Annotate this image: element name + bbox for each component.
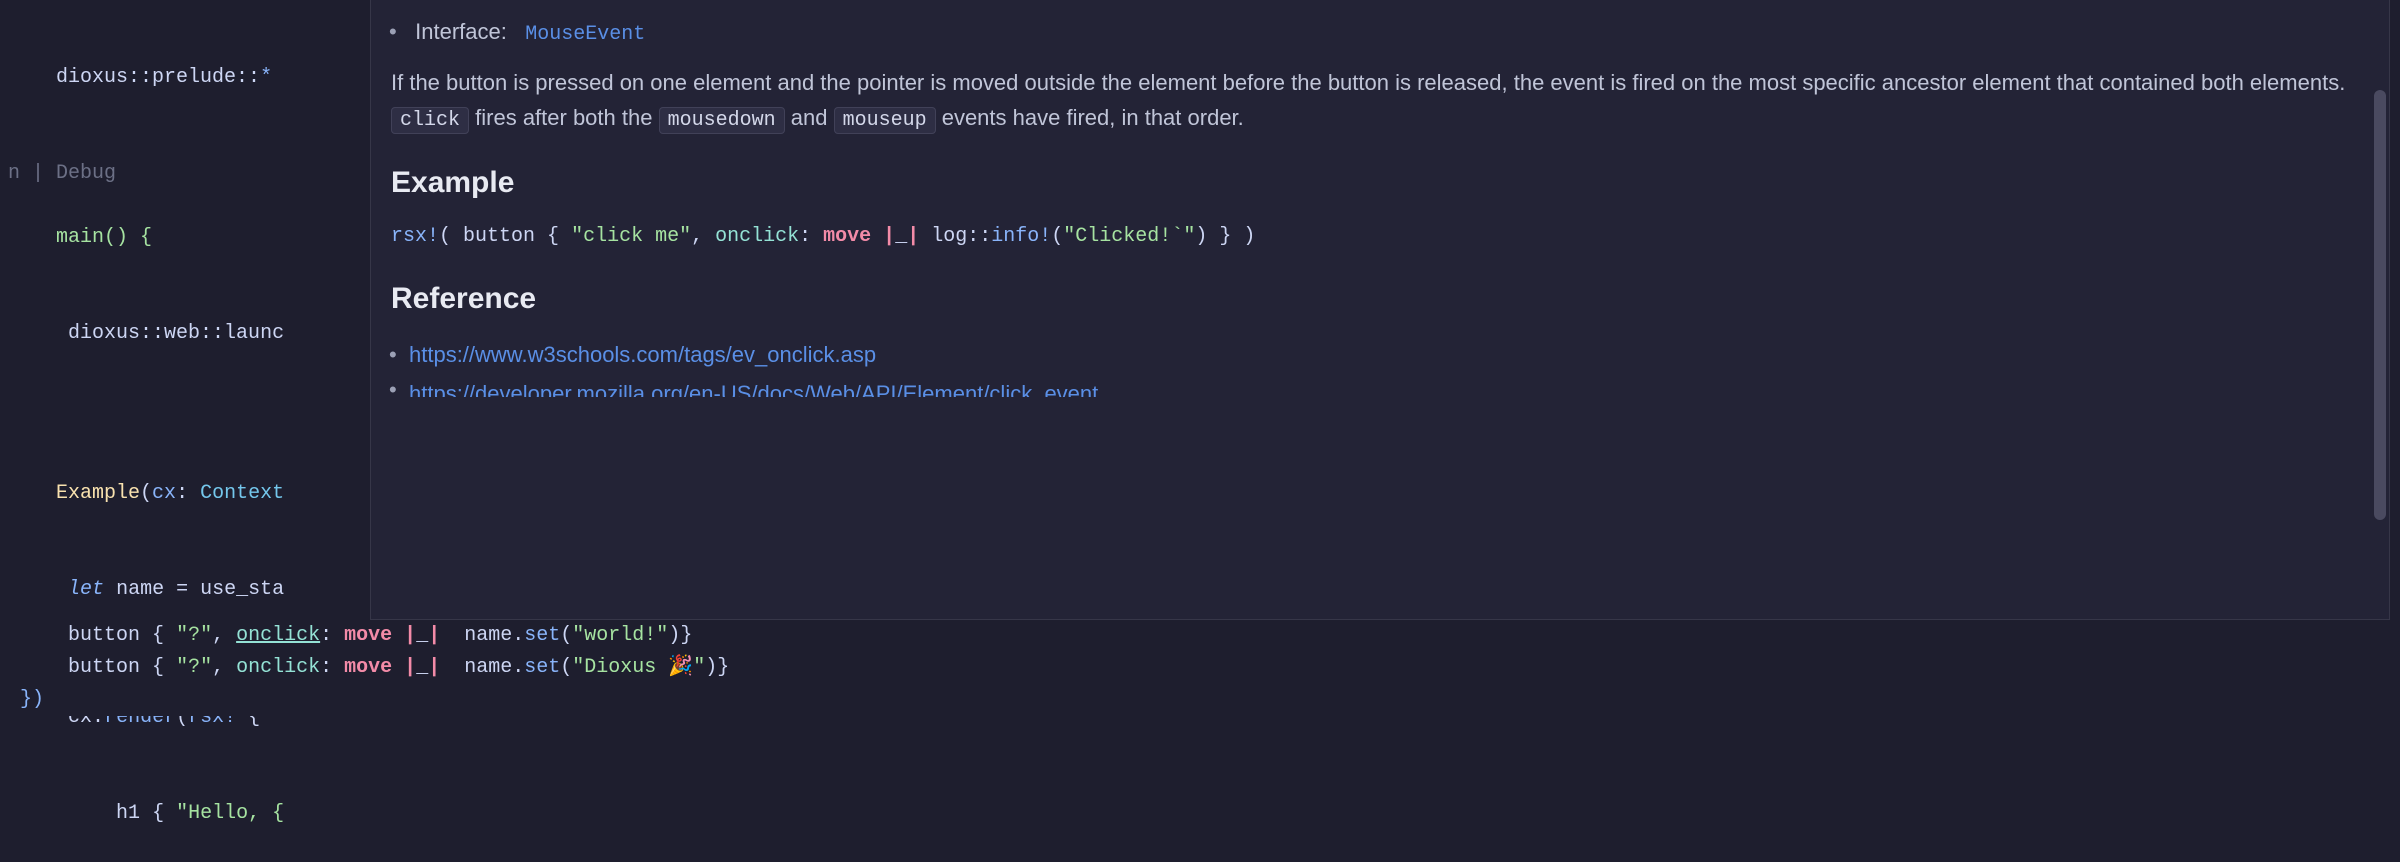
blank bbox=[0, 126, 350, 158]
reference-link-mdn[interactable]: https://developer.mozilla.org/en-US/docs… bbox=[409, 383, 1098, 397]
inline-code-mouseup: mouseup bbox=[834, 107, 936, 134]
code-line-use: dioxus::prelude::* bbox=[0, 30, 350, 126]
code-editor-lower[interactable]: button { "?", onclick: move |_| name.set… bbox=[0, 620, 2400, 716]
blank bbox=[0, 382, 350, 414]
tooltip-scrollbar[interactable] bbox=[2371, 0, 2389, 620]
onclick-hover-target[interactable]: onclick bbox=[236, 624, 320, 647]
scrollbar-thumb[interactable] bbox=[2374, 90, 2386, 520]
inline-code-click: click bbox=[391, 107, 469, 134]
reference-list: https://www.w3schools.com/tags/ev_onclic… bbox=[391, 337, 2369, 407]
interface-label: Interface: bbox=[415, 19, 507, 44]
code-line-button-1: button { "?", onclick: move |_| name.set… bbox=[0, 620, 2400, 652]
code-line-close: }) bbox=[0, 684, 2400, 716]
interface-list: Interface: MouseEvent bbox=[391, 14, 2369, 51]
interface-type-link[interactable]: MouseEvent bbox=[525, 19, 645, 44]
codelens[interactable]: n | Debug bbox=[0, 158, 350, 190]
code-line-button-2: button { "?", onclick: move |_| name.set… bbox=[0, 652, 2400, 684]
code-line-fn-main: main() { bbox=[0, 190, 350, 286]
hover-documentation-tooltip[interactable]: Interface: MouseEvent If the button is p… bbox=[370, 0, 2390, 620]
blank bbox=[0, 414, 350, 446]
tooltip-paragraph: If the button is pressed on one element … bbox=[391, 65, 2369, 137]
heading-example: Example bbox=[391, 159, 2369, 207]
code-line-h1: h1 { "Hello, { bbox=[0, 766, 350, 862]
heading-reference: Reference bbox=[391, 275, 2369, 323]
example-code-block: rsx!( button { "click me", onclick: move… bbox=[391, 221, 2369, 253]
code-line-launch: dioxus::web::launc bbox=[0, 286, 350, 382]
code-line-example-sig: Example(cx: Context bbox=[0, 446, 350, 542]
reference-link-w3schools[interactable]: https://www.w3schools.com/tags/ev_onclic… bbox=[409, 342, 876, 367]
inline-code-mousedown: mousedown bbox=[659, 107, 785, 134]
